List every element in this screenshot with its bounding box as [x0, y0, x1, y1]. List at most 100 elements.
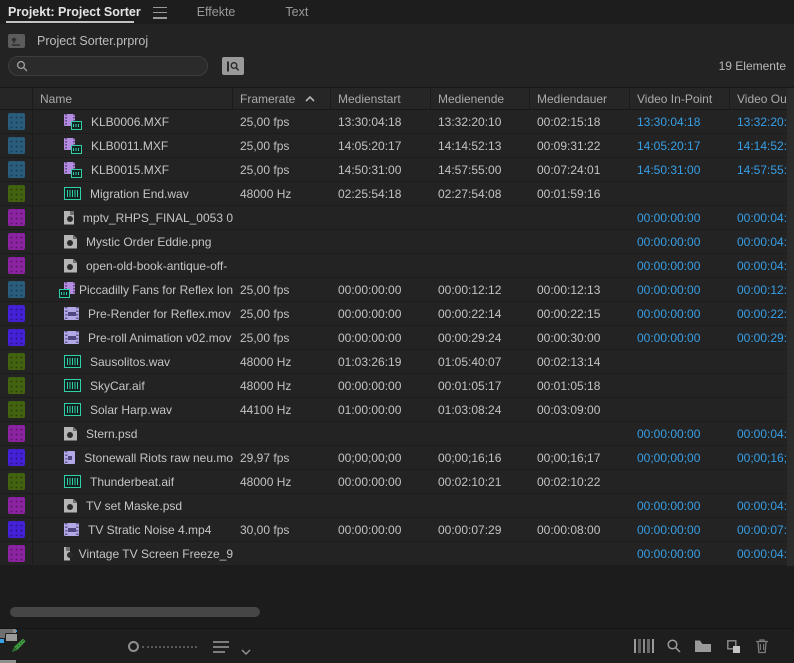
video-out-cell [730, 470, 794, 493]
framerate-cell: 25,00 fps [233, 134, 331, 157]
mediendauer-cell: 00:09:31:22 [530, 134, 630, 157]
label-chip[interactable] [8, 161, 25, 178]
name-cell: Sausolitos.wav [33, 350, 233, 373]
navigate-up-icon[interactable] [8, 34, 25, 48]
header-label-column[interactable] [0, 88, 33, 109]
table-row[interactable]: Pre-Render for Reflex.mov25,00 fps00:00:… [0, 302, 794, 326]
header-video-out-point[interactable]: Video Out-Point [730, 88, 794, 109]
zoom-slider-knob[interactable] [128, 641, 139, 652]
medienende-cell: 01:05:40:07 [431, 350, 530, 373]
table-row[interactable]: Mystic Order Eddie.png00:00:00:0000:00:0… [0, 230, 794, 254]
label-chip[interactable] [8, 353, 25, 370]
header-medienende[interactable]: Medienende [431, 88, 530, 109]
vertical-scrollbar[interactable] [787, 88, 794, 566]
clip-name: KLB0006.MXF [91, 115, 169, 129]
sort-icons-button[interactable] [213, 641, 231, 653]
label-chip[interactable] [8, 473, 25, 490]
search-input[interactable] [34, 59, 194, 73]
video-in-cell: 00:00:00:00 [630, 254, 730, 277]
search-input-box[interactable] [8, 56, 208, 76]
label-chip[interactable] [8, 521, 25, 538]
table-row[interactable]: KLB0011.MXF25,00 fps14:05:20:1714:14:52:… [0, 134, 794, 158]
label-chip[interactable] [8, 377, 25, 394]
medienende-cell: 00:00:12:12 [431, 278, 530, 301]
new-bin-button[interactable] [693, 637, 713, 655]
medienstart-cell: 14:50:31:00 [331, 158, 431, 181]
table-row[interactable]: Solar Harp.wav44100 Hz01:00:00:0001:03:0… [0, 398, 794, 422]
new-search-bin-button[interactable] [222, 57, 244, 75]
label-chip[interactable] [8, 257, 25, 274]
header-mediendauer[interactable]: Mediendauer [530, 88, 630, 109]
new-item-button[interactable] [723, 637, 743, 655]
table-row[interactable]: mptv_RHPS_FINAL_0053 000:00:00:0000:00:0… [0, 206, 794, 230]
framerate-cell: 25,00 fps [233, 110, 331, 133]
table-row[interactable]: TV Stratic Noise 4.mp430,00 fps00:00:00:… [0, 518, 794, 542]
medienende-cell [431, 422, 530, 445]
label-chip[interactable] [8, 281, 25, 298]
label-chip[interactable] [8, 329, 25, 346]
label-chip[interactable] [8, 545, 25, 562]
label-chip[interactable] [8, 113, 25, 130]
label-chip[interactable] [8, 233, 25, 250]
medienende-cell: 00:02:10:21 [431, 470, 530, 493]
label-chip[interactable] [8, 137, 25, 154]
table-row[interactable]: KLB0015.MXF25,00 fps14:50:31:0014:57:55:… [0, 158, 794, 182]
tab-projekt[interactable]: Projekt: Project Sorter [0, 0, 151, 24]
table-row[interactable]: Migration End.wav48000 Hz02:25:54:1802:2… [0, 182, 794, 206]
find-button[interactable] [664, 637, 684, 655]
header-name[interactable]: Name [33, 88, 233, 109]
chevron-down-icon[interactable] [241, 642, 251, 660]
video-in-cell: 00;00;00;00 [630, 446, 730, 469]
framerate-cell [233, 422, 331, 445]
video-out-cell: 00:00:04:24 [730, 254, 794, 277]
label-chip[interactable] [8, 209, 25, 226]
film-audio-clip-icon [64, 138, 82, 154]
framerate-cell: 48000 Hz [233, 350, 331, 373]
video-out-cell [730, 398, 794, 421]
film-audio-clip-icon [64, 282, 70, 298]
table-row[interactable]: Piccadilly Fans for Reflex lon25,00 fps0… [0, 278, 794, 302]
clip-name: KLB0011.MXF [91, 139, 168, 153]
tab-effekte[interactable]: Effekte [183, 5, 250, 19]
framerate-cell [233, 206, 331, 229]
clip-name: TV set Maske.psd [86, 499, 182, 513]
project-file-name[interactable]: Project Sorter.prproj [37, 34, 148, 48]
table-row[interactable]: Pre-roll Animation v02.mov25,00 fps00:00… [0, 326, 794, 350]
header-video-in-point[interactable]: Video In-Point [630, 88, 730, 109]
label-chip[interactable] [8, 449, 25, 466]
zoom-slider-track[interactable] [142, 646, 197, 648]
header-framerate[interactable]: Framerate [233, 88, 331, 109]
label-cell [0, 422, 33, 445]
video-out-cell: 00;00;16;16 [730, 446, 794, 469]
table-row[interactable]: KLB0006.MXF25,00 fps13:30:04:1813:32:20:… [0, 110, 794, 134]
framerate-cell: 25,00 fps [233, 278, 331, 301]
panel-menu-icon[interactable] [153, 7, 167, 19]
table-row[interactable]: Thunderbeat.aif48000 Hz00:00:00:0000:02:… [0, 470, 794, 494]
label-chip[interactable] [8, 425, 25, 442]
label-chip[interactable] [8, 497, 25, 514]
label-chip[interactable] [8, 401, 25, 418]
horizontal-scrollbar[interactable] [10, 607, 260, 617]
header-medienstart[interactable]: Medienstart [331, 88, 431, 109]
table-row[interactable]: Vintage TV Screen Freeze_900:00:00:0000:… [0, 542, 794, 566]
tab-text[interactable]: Text [271, 5, 322, 19]
medienende-cell: 00:01:05:17 [431, 374, 530, 397]
video-out-cell: 00:00:04:24 [730, 494, 794, 517]
table-row[interactable]: SkyCar.aif48000 Hz00:00:00:0000:01:05:17… [0, 374, 794, 398]
table-row[interactable]: Stonewall Riots raw neu.mo29,97 fps00;00… [0, 446, 794, 470]
medienende-cell: 13:32:20:10 [431, 110, 530, 133]
table-row[interactable]: open-old-book-antique-off-00:00:00:0000:… [0, 254, 794, 278]
medienstart-cell [331, 206, 431, 229]
table-row[interactable]: Sausolitos.wav48000 Hz01:03:26:1901:05:4… [0, 350, 794, 374]
table-row[interactable]: TV set Maske.psd00:00:00:0000:00:04:24 [0, 494, 794, 518]
label-cell [0, 302, 33, 325]
medienstart-cell: 00;00;00;00 [331, 446, 431, 469]
audio-clip-icon [64, 403, 81, 416]
automate-to-sequence-button[interactable] [634, 639, 654, 653]
video-in-cell [630, 374, 730, 397]
delete-button[interactable] [752, 637, 772, 655]
table-row[interactable]: Stern.psd00:00:00:0000:00:04:24 [0, 422, 794, 446]
label-chip[interactable] [8, 305, 25, 322]
video-in-cell: 00:00:00:00 [630, 206, 730, 229]
label-chip[interactable] [8, 185, 25, 202]
